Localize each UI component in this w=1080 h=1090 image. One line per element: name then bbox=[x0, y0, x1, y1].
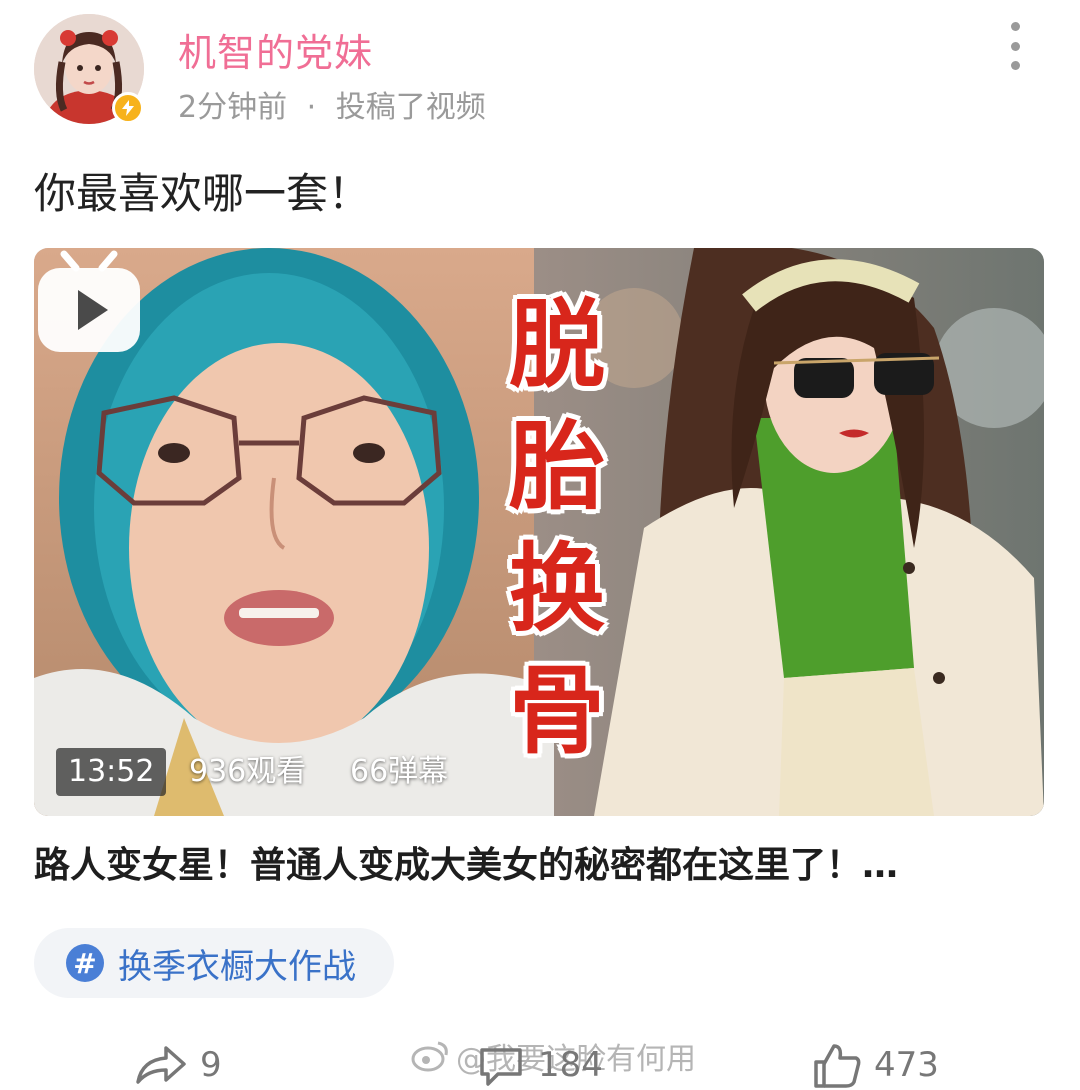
video-duration: 13:52 bbox=[56, 748, 167, 796]
cover-title-char: 骨 bbox=[509, 654, 605, 767]
topic-tag[interactable]: # 换季衣橱大作战 bbox=[34, 928, 394, 998]
share-button[interactable]: 9 bbox=[134, 1040, 222, 1090]
view-count: 936观看 bbox=[189, 754, 307, 789]
cover-title-char: 换 bbox=[509, 532, 605, 645]
post-action: 投稿了视频 bbox=[335, 90, 486, 125]
post-time: 2分钟前 bbox=[178, 90, 288, 125]
more-options-button[interactable] bbox=[1000, 22, 1030, 70]
meta-separator: · bbox=[306, 90, 317, 125]
play-icon[interactable] bbox=[34, 248, 144, 356]
username[interactable]: 机智的党妹 bbox=[178, 22, 373, 77]
share-icon bbox=[136, 1046, 186, 1084]
topic-label: 换季衣橱大作战 bbox=[118, 946, 356, 987]
hashtag-icon: # bbox=[66, 944, 104, 982]
cover-title-char: 胎 bbox=[509, 410, 605, 523]
cover-title-char: 脱 bbox=[509, 288, 605, 401]
video-title[interactable]: 路人变女星！普通人变成大美女的秘密都在这里了！… bbox=[34, 836, 1034, 888]
video-cover-title: 脱 胎 换 骨 bbox=[502, 284, 612, 772]
weibo-watermark: @我要这脸有何用 bbox=[410, 1034, 696, 1078]
lightning-icon bbox=[122, 100, 134, 116]
post-text: 你最喜欢哪一套！ bbox=[34, 169, 371, 218]
more-vertical-icon bbox=[1010, 22, 1020, 31]
weibo-logo-icon bbox=[411, 1041, 448, 1072]
video-thumbnail[interactable]: 脱 胎 换 骨 13:52 936观看 66弹幕 bbox=[34, 248, 1044, 816]
post-meta: 2分钟前 · 投稿了视频 bbox=[178, 82, 486, 126]
like-button[interactable]: 473 bbox=[812, 1040, 939, 1090]
share-count: 9 bbox=[200, 1045, 222, 1085]
verified-badge bbox=[112, 92, 144, 124]
like-count: 473 bbox=[874, 1045, 939, 1085]
thumbs-up-icon bbox=[814, 1044, 861, 1088]
danmaku-count: 66弹幕 bbox=[350, 754, 449, 789]
watermark-text: @我要这脸有何用 bbox=[456, 1042, 696, 1077]
